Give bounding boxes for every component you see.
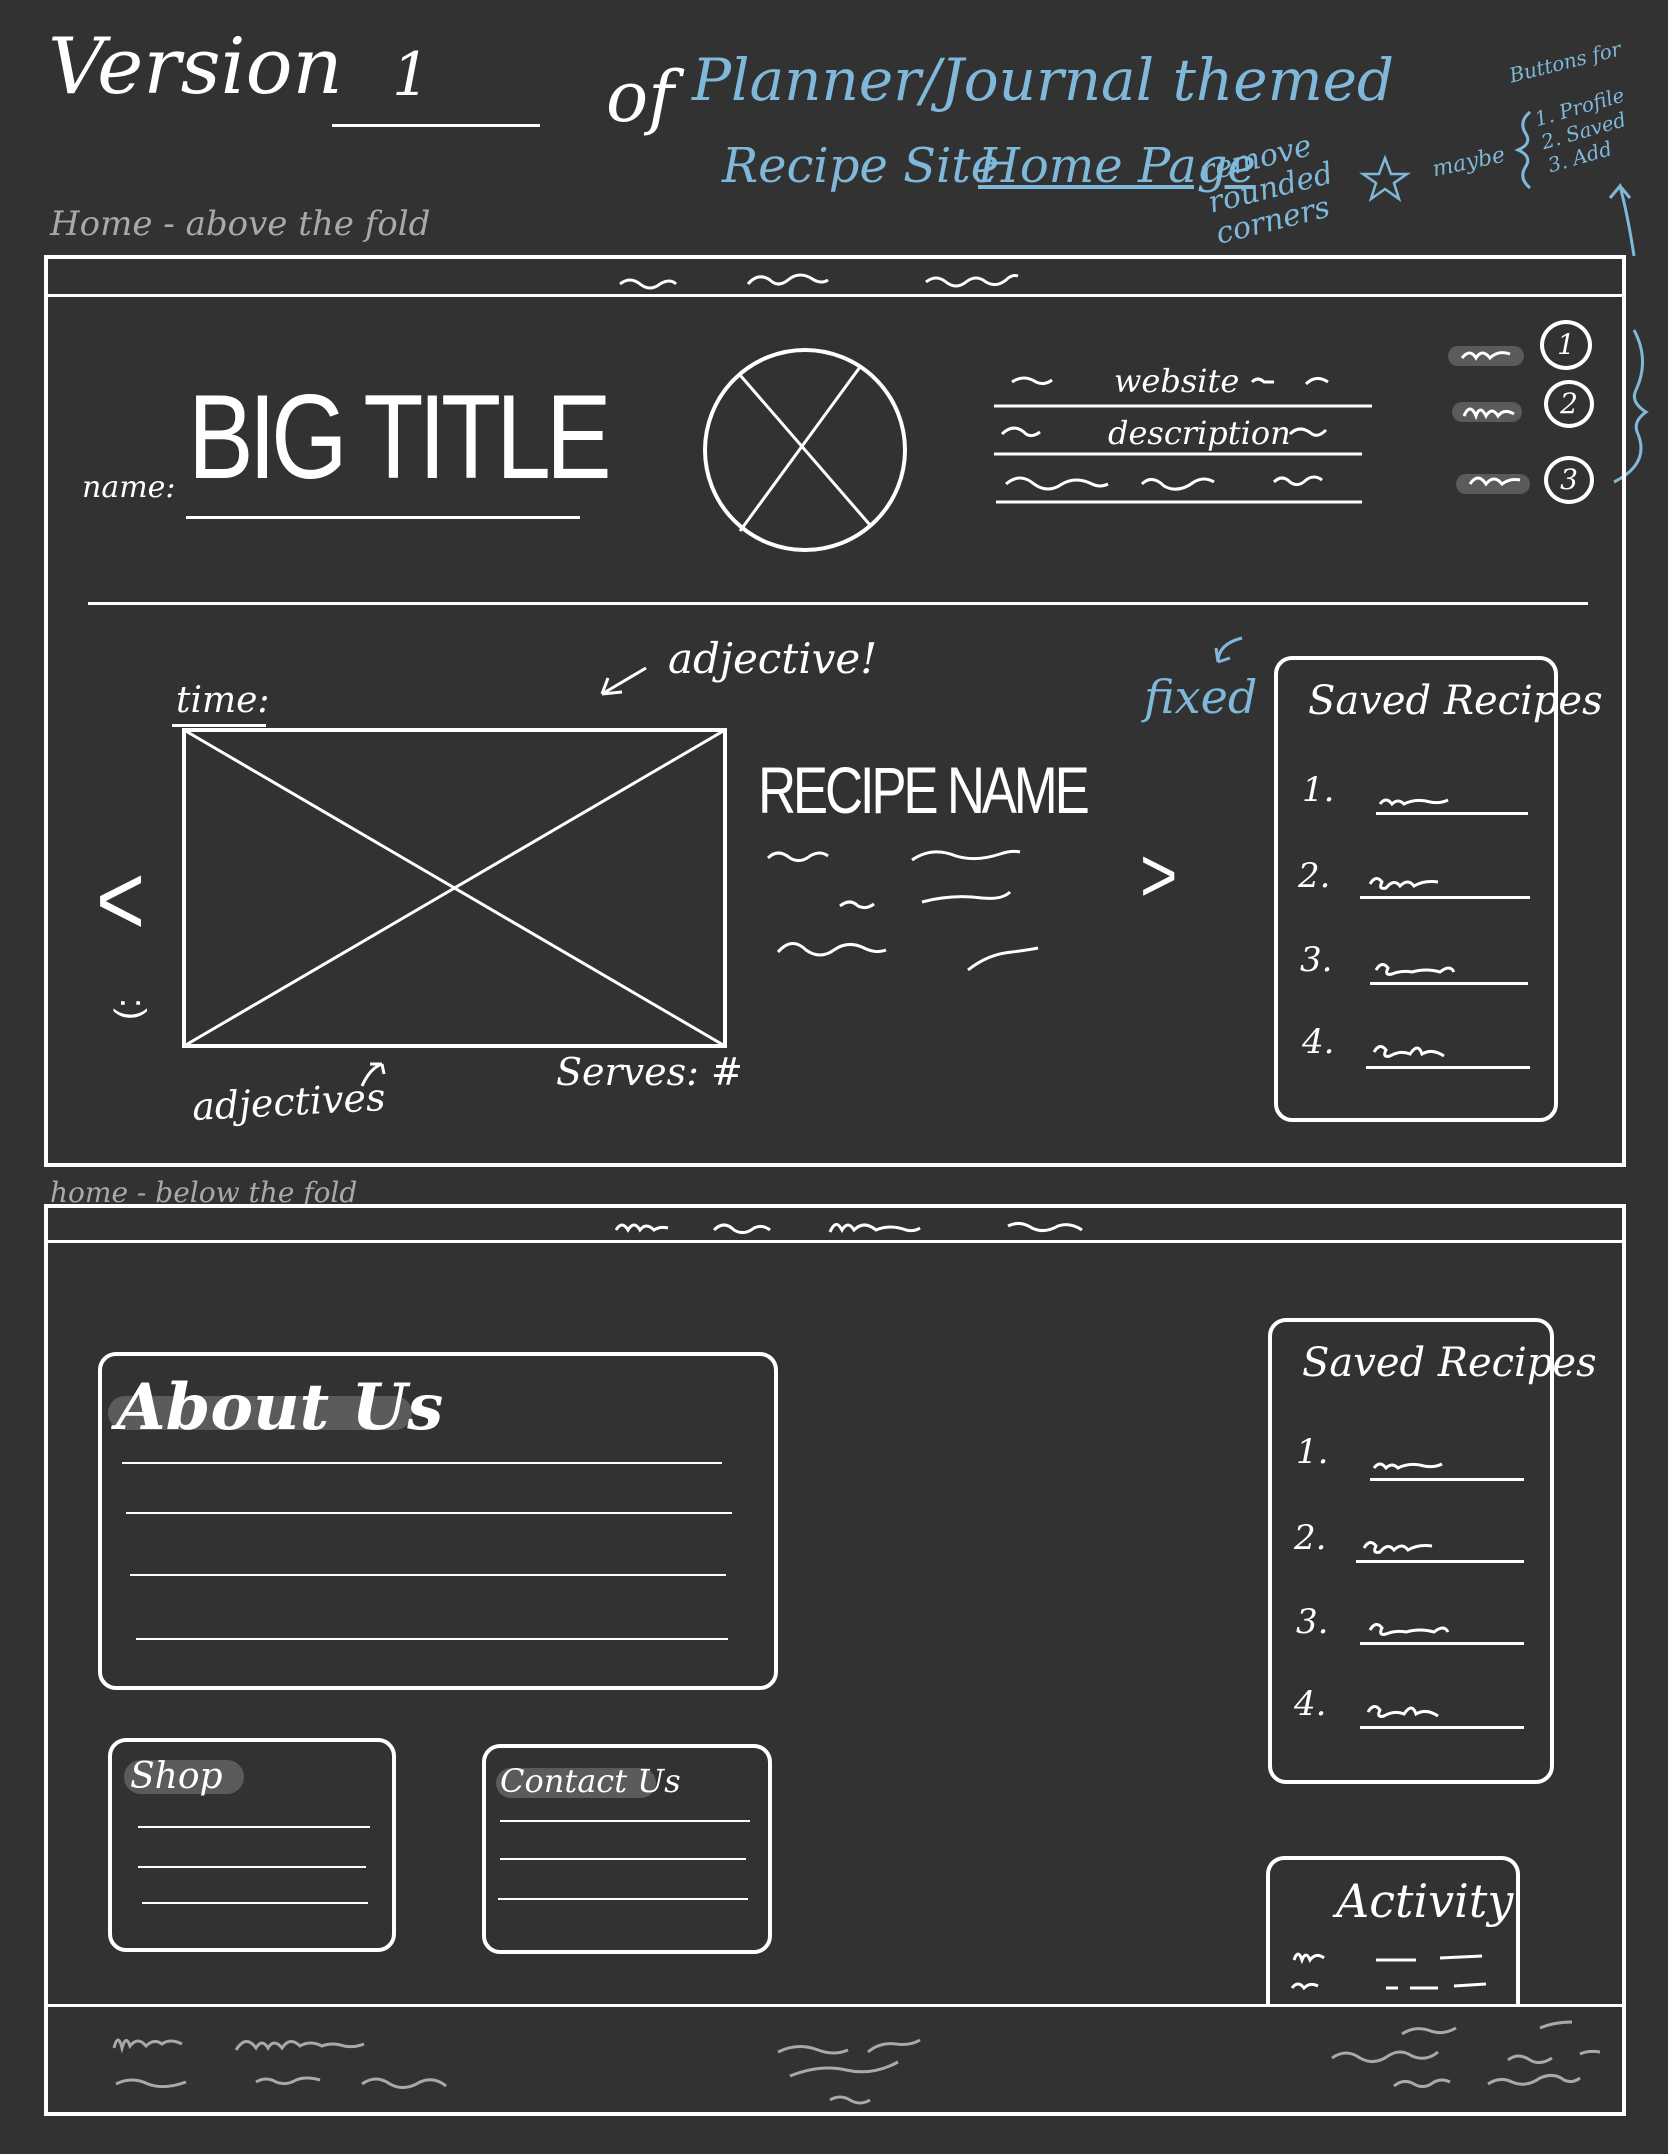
contact-us-card: Contact Us (482, 1744, 772, 1954)
saved-recipe-below-number-3: 3. (1296, 1602, 1329, 1642)
big-title-underline (186, 516, 580, 519)
smiley-icon: :) (113, 998, 154, 1020)
recipe-description-scribbles (766, 849, 1039, 972)
above-fold-nav-links (619, 273, 1019, 290)
about-us-line-4 (136, 1638, 728, 1640)
about-us-line-1 (122, 1462, 722, 1464)
header-divider (88, 602, 1588, 605)
carousel-next-button[interactable]: > (1140, 831, 1177, 920)
about-us-line-3 (130, 1574, 726, 1576)
header-button-2[interactable]: 2 (1544, 380, 1594, 428)
activity-items-scribbles (1290, 1952, 1487, 1991)
contact-us-line-1 (500, 1820, 750, 1822)
saved-recipe-below-number-2: 2. (1294, 1518, 1327, 1558)
recipe-image-placeholder (182, 728, 727, 1048)
saved-recipe-number-3: 3. (1300, 940, 1333, 980)
star-note (1358, 154, 1412, 203)
below-fold-nav-links (614, 1221, 1083, 1235)
big-title: BIG TITLE (188, 370, 612, 504)
saved-recipe-number-4: 4. (1302, 1022, 1335, 1062)
saved-recipe-titles-scribbles (1368, 798, 1456, 1058)
time-underline (172, 724, 266, 727)
about-us-card: About Us (98, 1352, 778, 1690)
saved-recipe-below-number-1: 1. (1296, 1432, 1329, 1472)
saved-recipe-below-number-4: 4. (1294, 1684, 1327, 1724)
logo-placeholder (703, 348, 907, 552)
shop-line-1 (138, 1826, 370, 1828)
header-button-1[interactable]: 1 (1540, 320, 1592, 370)
contact-us-line-2 (500, 1858, 746, 1860)
arrow-to-buttons (1608, 182, 1636, 257)
brace-buttons-note (1514, 110, 1532, 190)
about-us-line-2 (126, 1512, 732, 1514)
activity-title: Activity (1336, 1874, 1514, 1928)
adjectives-arrow (360, 1062, 386, 1087)
above-fold-label: Home - above the fold (50, 204, 431, 244)
footer-divider (46, 2004, 1624, 2007)
serves-label: Serves: # (556, 1050, 743, 1094)
carousel-prev-button[interactable]: < (96, 842, 145, 958)
header-button-3[interactable]: 3 (1544, 456, 1594, 504)
saved-recipe-below-titles-scribbles (1362, 1462, 1450, 1718)
header-button-2-number: 2 (1560, 387, 1578, 420)
time-label: time: (176, 680, 270, 721)
adjective-note-arrow (600, 666, 647, 696)
fixed-note-arrow (1214, 636, 1243, 664)
saved-recipes-title: Saved Recipes (1308, 678, 1603, 724)
recipe-name: RECIPE NAME (758, 753, 1090, 827)
activity-panel: Activity (1266, 1856, 1520, 2004)
saved-recipe-number-2: 2. (1298, 856, 1331, 896)
contact-us-line-3 (498, 1898, 748, 1900)
shop-card: Shop (108, 1738, 396, 1952)
adjective-note: adjective! (668, 634, 878, 683)
contact-us-title[interactable]: Contact Us (500, 1762, 681, 1800)
description-label: description (1108, 414, 1291, 452)
name-label: name: (82, 470, 176, 505)
shop-title[interactable]: Shop (130, 1756, 223, 1797)
shop-line-2 (138, 1866, 366, 1868)
saved-recipes-panel: Saved Recipes 1. 2. 3. 4. (1274, 656, 1603, 1122)
shop-line-3 (142, 1902, 368, 1904)
header-button-1-number: 1 (1557, 328, 1575, 361)
footer-scribbles (112, 2020, 1601, 2105)
about-us-title: About Us (116, 1370, 444, 1445)
fixed-note: fixed (1144, 670, 1258, 724)
saved-recipe-number-1: 1. (1302, 770, 1335, 810)
header-button-3-number: 3 (1560, 463, 1578, 496)
saved-recipes-panel-below: Saved Recipes 1. 2. 3. 4. (1268, 1318, 1597, 1784)
website-label: website (1114, 362, 1240, 400)
saved-recipes-title-below: Saved Recipes (1302, 1340, 1597, 1386)
